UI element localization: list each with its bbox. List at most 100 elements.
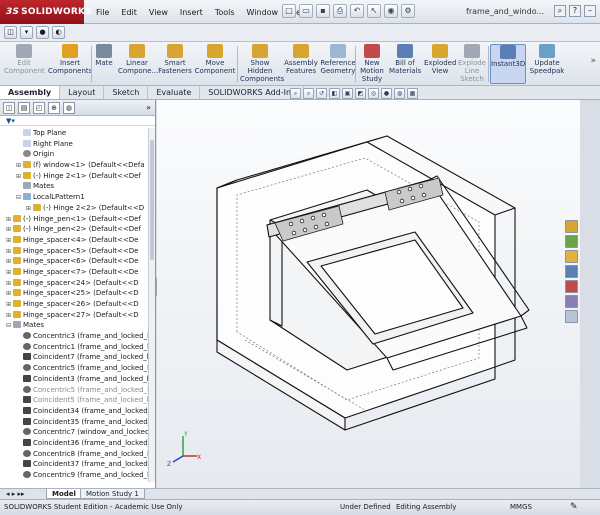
tab-layout[interactable]: Layout — [60, 86, 105, 99]
tool-mate[interactable]: Mate — [93, 44, 115, 84]
zoom-area-icon[interactable]: ⌕ — [303, 88, 314, 99]
tool-reference-geometry[interactable]: Reference Geometry — [320, 44, 356, 84]
view-settings-icon[interactable]: ▦ — [407, 88, 418, 99]
hide-show-items-icon[interactable]: ◎ — [368, 88, 379, 99]
property-manager-tab-icon[interactable]: ▤ — [18, 101, 30, 114]
tree-item[interactable]: Concentric1 (frame_and_locked_h — [0, 342, 150, 353]
zoom-to-fit-icon[interactable]: ⌕ — [290, 88, 301, 99]
edit-appearance-icon[interactable]: ● — [381, 88, 392, 99]
previous-view-icon[interactable]: ↺ — [316, 88, 327, 99]
tree-item[interactable]: ⊞ Hinge_spacer<27> (Default<<D — [0, 310, 150, 321]
tree-item[interactable]: Top Plane — [0, 128, 150, 139]
tool-assembly-features[interactable]: Assembly Features — [284, 44, 318, 84]
tree-item[interactable]: ⊞ Hinge_spacer<24> (Default<<D — [0, 278, 150, 289]
tool-speedpak[interactable]: Update Speedpak — [528, 44, 566, 84]
tool-instant3d[interactable]: Instant3D — [490, 44, 526, 84]
display-style-icon[interactable]: ◐ — [52, 26, 65, 39]
tree-item[interactable]: ⊞ Hinge_spacer<26> (Default<<D — [0, 299, 150, 310]
help-icon[interactable]: ? — [569, 5, 581, 17]
tree-item[interactable]: Coincident7 (frame_and_locked_h — [0, 352, 150, 363]
options-gear-icon[interactable]: ⚙ — [401, 4, 415, 18]
apply-scene-icon[interactable]: ◍ — [394, 88, 405, 99]
tree-item[interactable]: ⊞ Hinge_spacer<4> (Default<<De — [0, 235, 150, 246]
tree-item[interactable]: ⊞ (f) window<1> (Default<<Defa — [0, 160, 150, 171]
tree-item[interactable]: ⊞ (-) Hinge_pen<1> (Default<<Def — [0, 214, 150, 225]
tab-sketch[interactable]: Sketch — [104, 86, 149, 99]
dropdown-chevron-icon[interactable]: ▾ — [20, 26, 33, 39]
tool-explode-line[interactable]: Explode Line Sketch — [457, 44, 487, 84]
select-cursor-icon[interactable]: ↖ — [367, 4, 381, 18]
tool-edit-component[interactable]: Edit Component — [4, 44, 45, 84]
open-folder-icon[interactable]: ▭ — [299, 4, 313, 18]
menu-view[interactable]: View — [143, 8, 174, 17]
configuration-tab-icon[interactable]: ◰ — [33, 101, 45, 114]
tab-evaluate[interactable]: Evaluate — [148, 86, 201, 99]
display-manager-tab-icon[interactable]: ◍ — [63, 101, 75, 114]
tree-item[interactable]: Concentric8 (frame_and_locked_h — [0, 449, 150, 460]
dimxpert-tab-icon[interactable]: ⊕ — [48, 101, 60, 114]
tab-solidworks-add-ins[interactable]: SOLIDWORKS Add-Ins — [200, 86, 305, 99]
assembly-icon[interactable]: ◫ — [4, 26, 17, 39]
tab-model[interactable]: Model — [46, 489, 82, 499]
tree-item[interactable]: Mates — [0, 181, 150, 192]
minimize-icon[interactable]: – — [584, 5, 596, 17]
tree-item[interactable]: ⊞ Hinge_spacer<5> (Default<<De — [0, 246, 150, 257]
tree-item[interactable]: ⊞ (-) Hinge 2<1> (Default<<Def — [0, 171, 150, 182]
undo-icon[interactable]: ↶ — [350, 4, 364, 18]
filter-icon[interactable]: ▼▾ — [0, 116, 155, 126]
menu-window[interactable]: Window — [241, 8, 285, 17]
custom-properties-icon[interactable] — [564, 295, 578, 308]
tab-motion-study[interactable]: Motion Study 1 — [80, 489, 145, 499]
tree-scrollbar[interactable] — [148, 128, 155, 482]
tool-smart-fasteners[interactable]: Smart Fasteners — [158, 44, 192, 84]
tab-scroll-arrows-icon[interactable]: ◂ ▸ ▸▸ — [6, 489, 25, 499]
appearance-icon[interactable]: ● — [36, 26, 49, 39]
menu-insert[interactable]: Insert — [174, 8, 209, 17]
tool-linear-pattern[interactable]: Linear Compone... — [118, 44, 158, 84]
tree-item[interactable]: Coincident37 (frame_and_locked_ — [0, 459, 150, 470]
command-manager-chevron-icon[interactable]: » — [590, 56, 596, 66]
tree-item[interactable]: ⊞ Hinge_spacer<6> (Default<<De — [0, 256, 150, 267]
panel-expand-icon[interactable]: » — [146, 103, 151, 112]
tool-bom[interactable]: Bill of Materials — [389, 44, 421, 84]
rebuild-status-icon[interactable]: ✎ — [570, 500, 578, 515]
tree-item[interactable]: Coincident5 (frame_and_locked_h — [0, 395, 150, 406]
view-palette-icon[interactable] — [564, 265, 578, 278]
tree-item[interactable]: ⊟ LocalLPattern1 — [0, 192, 150, 203]
tool-exploded-view[interactable]: Exploded View — [424, 44, 456, 84]
tree-item[interactable]: Concentric9 (frame_and_locked_h — [0, 470, 150, 481]
tree-item[interactable]: ⊞ (-) Hinge_pen<2> (Default<<Def — [0, 224, 150, 235]
solidworks-resources-icon[interactable] — [564, 220, 578, 233]
tree-item[interactable]: ⊞ Hinge_spacer<25> (Default<<D — [0, 288, 150, 299]
menu-edit[interactable]: Edit — [115, 8, 143, 17]
tab-assembly[interactable]: Assembly — [0, 86, 61, 99]
graphics-area[interactable]: Y X Z — [157, 100, 580, 488]
tool-motion-study[interactable]: New Motion Study — [358, 44, 386, 84]
tool-insert-components[interactable]: Insert Components — [48, 44, 92, 84]
tool-move-component[interactable]: Move Component — [194, 44, 236, 84]
tree-item[interactable]: Origin — [0, 149, 150, 160]
new-document-icon[interactable]: □ — [282, 4, 296, 18]
scrollbar-thumb[interactable] — [150, 140, 154, 260]
display-style-icon[interactable]: ◩ — [355, 88, 366, 99]
tree-item[interactable]: ⊟ Mates — [0, 320, 150, 331]
rebuild-icon[interactable]: ◉ — [384, 4, 398, 18]
tree-item[interactable]: Coincident34 (frame_and_locked_ — [0, 406, 150, 417]
tree-item[interactable]: ⊞ Hinge_spacer<7> (Default<<De — [0, 267, 150, 278]
file-explorer-icon[interactable] — [564, 250, 578, 263]
search-icon[interactable]: ⌕ — [554, 5, 566, 17]
tree-item[interactable]: Right Plane — [0, 139, 150, 150]
tree-item[interactable]: Concentric5 (frame_and_locked_h — [0, 385, 150, 396]
print-icon[interactable]: ⎙ — [333, 4, 347, 18]
tree-item[interactable]: Coincident3 (frame_and_locked_h — [0, 374, 150, 385]
solidworks-logo[interactable]: 3S SOLIDWORKS — [0, 0, 92, 24]
view-orientation-icon[interactable]: ▣ — [342, 88, 353, 99]
status-units[interactable]: MMGS — [510, 500, 532, 515]
tree-item[interactable]: ⊞ (-) Hinge 2<2> (Default<<D — [0, 203, 150, 214]
tree-item[interactable]: Concentric5 (frame_and_locked_h — [0, 363, 150, 374]
feature-tree-tab-icon[interactable]: ◫ — [3, 101, 15, 114]
tree-item[interactable]: Concentric3 (frame_and_locked_h — [0, 331, 150, 342]
menu-file[interactable]: File — [90, 8, 115, 17]
design-library-icon[interactable] — [564, 235, 578, 248]
tree-item[interactable]: Concentric7 (window_and_locked — [0, 427, 150, 438]
